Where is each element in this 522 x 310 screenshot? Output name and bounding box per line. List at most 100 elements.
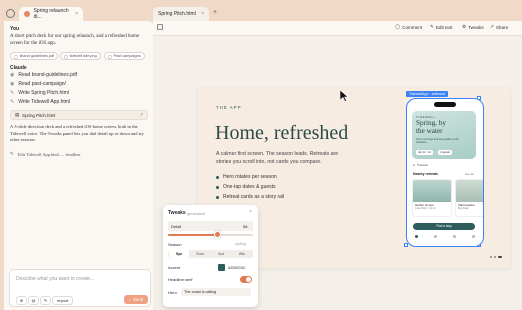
- retreat-card[interactable]: Saltmeadow Bay Road: [455, 179, 483, 217]
- tweaks-button[interactable]: ⚙ Tweaks: [462, 24, 484, 30]
- tab-spring-pitch[interactable]: Spring Pitch.html ×: [153, 7, 209, 21]
- detail-slider[interactable]: [168, 231, 253, 238]
- bullet-label: Retreat cards as a story rail: [223, 194, 285, 200]
- accent-swatch[interactable]: [218, 264, 225, 271]
- refresh-icon[interactable]: [157, 24, 163, 30]
- slide-bullet: Retreat cards as a story rail: [216, 194, 284, 200]
- share-icon: ↗: [490, 24, 494, 29]
- pencil-icon: ✎: [10, 151, 14, 156]
- you-label: You: [10, 26, 20, 32]
- selection-handle[interactable]: [404, 243, 408, 247]
- comment-button[interactable]: ◯ Comment: [395, 24, 422, 30]
- hero-input[interactable]: The coast is calling: [181, 288, 251, 296]
- edit-action[interactable]: ✎ Edit Tidewell App.html — headline: [10, 151, 81, 157]
- slide-body: A calmer first screen. The season leads.…: [216, 151, 339, 165]
- file-card-label: Spring Pitch.html: [22, 112, 56, 118]
- attachment-chip[interactable]: ▢ tidewell site.png: [60, 52, 101, 60]
- season-option-winter[interactable]: Win: [232, 250, 252, 258]
- detail-value[interactable]: 58: [243, 224, 247, 229]
- see-all-link[interactable]: See all: [465, 172, 474, 176]
- close-icon[interactable]: ×: [75, 11, 78, 17]
- action-read[interactable]: ◉ Read past-campaign/: [10, 81, 66, 87]
- tab-chat[interactable]: Spring relaunch di... ×: [19, 7, 83, 21]
- edit-text-label: Edit text: [435, 24, 453, 30]
- action-write[interactable]: ✎ Write Tidewell App.html: [10, 99, 70, 105]
- slider-fill: [168, 234, 218, 236]
- action-label: Write Tidewell App.html: [18, 99, 71, 105]
- profile-icon[interactable]: [472, 235, 475, 238]
- prompt-placeholder[interactable]: Describe what you want to create...: [16, 276, 94, 282]
- file-card[interactable]: ▤ Spring Pitch.html ↗: [10, 110, 148, 120]
- pager-dot: [498, 256, 502, 258]
- edit-text-button[interactable]: ✎ Edit text: [430, 24, 452, 30]
- app-logo-icon[interactable]: [6, 9, 15, 18]
- sliders-icon: ⚙: [462, 24, 467, 29]
- season-option-autumn[interactable]: Aut: [211, 250, 231, 258]
- hero-subtitle: Slow mornings and long walks on the shor…: [416, 138, 459, 145]
- edit-label: Edit Tidewell App.html — headline: [17, 151, 81, 157]
- image-icon: ▢: [14, 54, 18, 59]
- phone-artboard[interactable]: TIDEWELL Spring, by the water Slow morni…: [406, 98, 484, 247]
- assistant-reply: A 3-slide direction deck and a refreshed…: [10, 124, 144, 142]
- slide-pager[interactable]: [490, 256, 502, 258]
- tab-label: Spring Pitch.html: [158, 11, 196, 17]
- bullet-dot: [216, 175, 219, 179]
- action-read[interactable]: ◉ Read brand-guidelines.pdf: [10, 72, 77, 78]
- attach-button[interactable]: ⊕: [16, 296, 27, 305]
- location-label: ● Tidewell: [413, 163, 428, 167]
- search-icon[interactable]: [434, 235, 437, 238]
- tweaks-title: Tweaks: [168, 210, 186, 216]
- toggle-knob: [246, 277, 251, 282]
- eye-icon: ◉: [10, 81, 15, 87]
- attachment-label: Past campaigns: [113, 54, 141, 58]
- accent-value[interactable]: #2D5C5C: [228, 265, 246, 270]
- hero-title: Spring, by the water: [416, 119, 446, 135]
- share-button[interactable]: ↗ Share: [490, 24, 508, 30]
- cursor-icon: [340, 90, 349, 102]
- heart-icon[interactable]: [453, 235, 456, 238]
- hero-label: Hero: [168, 290, 177, 295]
- season-option-spring[interactable]: Spr: [169, 250, 189, 258]
- claude-label: Claude: [10, 65, 27, 71]
- retreat-card[interactable]: Harbor House Cove Point · 3.4 mi: [412, 179, 452, 217]
- tweaks-label: Tweaks: [468, 24, 484, 30]
- headline-serif-toggle[interactable]: [240, 276, 252, 283]
- preview-toolbar: ◯ Comment ✎ Edit text ⚙ Tweaks ↗ Share: [153, 21, 522, 36]
- slide-eyebrow: THE APP: [216, 105, 242, 110]
- dates-field[interactable]: Apr 12 - 14: [416, 150, 433, 155]
- send-button[interactable]: ↑ Send: [124, 295, 148, 304]
- mention-button[interactable]: @: [28, 296, 39, 305]
- bullet-dot: [216, 195, 219, 199]
- home-icon[interactable]: [415, 235, 418, 238]
- prompt-box[interactable]: Describe what you want to create... ⊕ @ …: [9, 269, 151, 307]
- action-label: Read brand-guidelines.pdf: [18, 72, 78, 78]
- image-icon: ▢: [64, 54, 68, 59]
- bullet-label: Hero rotates per season: [223, 174, 277, 180]
- season-option-summer[interactable]: Sum: [190, 250, 210, 258]
- retreat-meta: Cove Point · 3.4 mi: [415, 207, 436, 210]
- dynamic-island: [434, 102, 456, 107]
- pager-dot: [494, 256, 496, 258]
- new-tab-button[interactable]: +: [213, 9, 217, 16]
- draw-button[interactable]: ✎: [40, 296, 51, 305]
- action-write[interactable]: ✎ Write Spring Pitch.html: [10, 90, 69, 96]
- pager-dot: [490, 256, 492, 258]
- user-message: A short pitch deck for our spring relaun…: [10, 34, 140, 46]
- slider-thumb[interactable]: [213, 231, 221, 238]
- favicon-icon: [24, 11, 30, 17]
- find-stay-button[interactable]: Find a stay: [413, 223, 475, 230]
- file-icon: ▤: [15, 112, 20, 117]
- close-icon[interactable]: ×: [249, 209, 252, 215]
- attachment-label: tidewell site.png: [69, 54, 97, 58]
- import-button[interactable]: Import: [52, 296, 74, 305]
- slide-bullet: Hero rotates per season: [216, 174, 277, 180]
- open-external-icon[interactable]: ↗: [139, 112, 143, 118]
- eye-icon: ◉: [10, 72, 15, 78]
- close-icon[interactable]: ×: [201, 11, 204, 17]
- action-label: Read past-campaign/: [18, 81, 66, 87]
- hero-card[interactable]: TIDEWELL Spring, by the water Slow morni…: [412, 111, 476, 159]
- pencil-icon: ✎: [10, 90, 15, 96]
- guests-field[interactable]: 2 guests: [438, 150, 452, 155]
- attachment-chip[interactable]: ▢ Brand guidelines.pdf: [10, 52, 59, 60]
- attachment-chip[interactable]: ▢ Past campaigns: [104, 52, 145, 60]
